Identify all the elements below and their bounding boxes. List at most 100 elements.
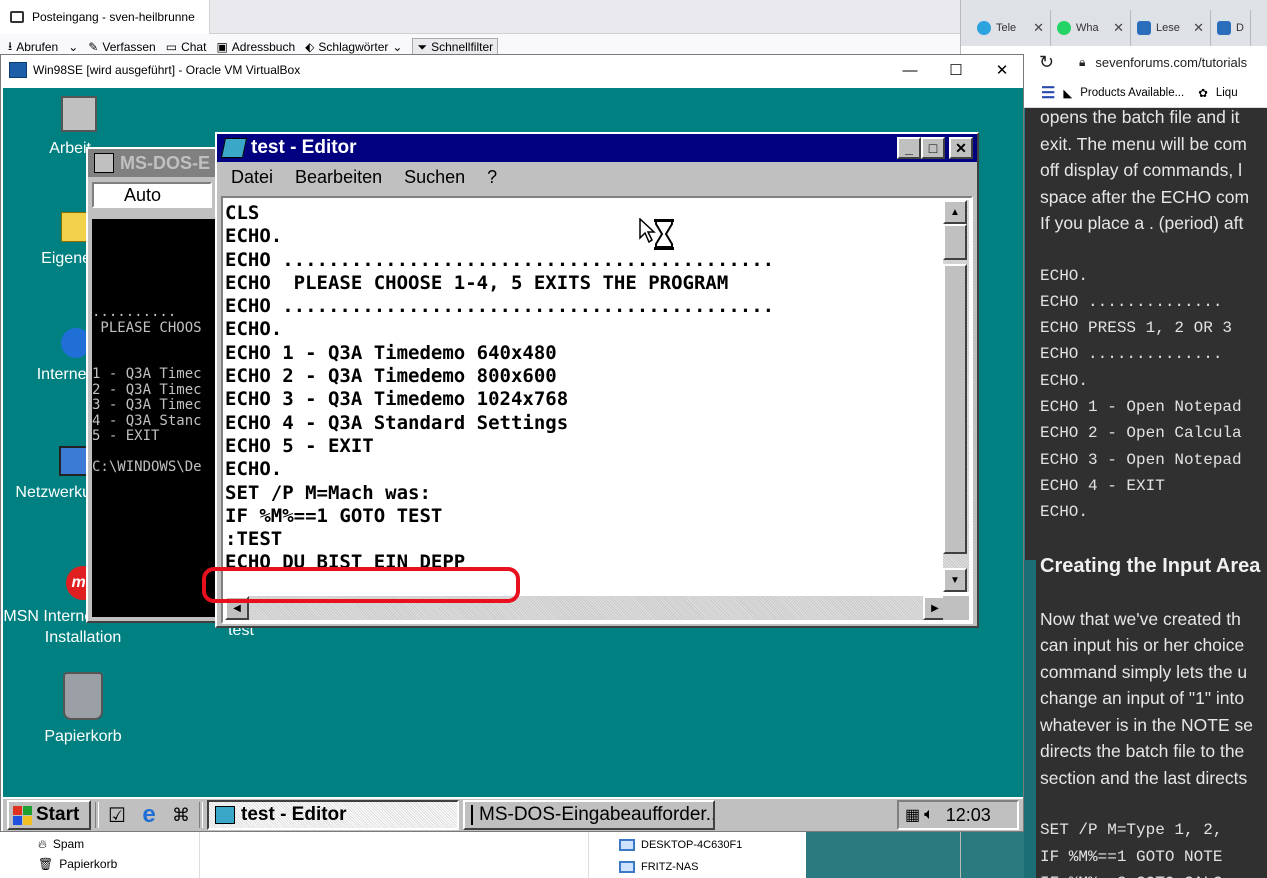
menu-edit[interactable]: Bearbeiten — [293, 167, 384, 188]
article-line: opens the batch file and it — [1040, 107, 1240, 127]
editor-line: ECHO PLEASE CHOOSE 1-4, 5 EXITS THE PROG… — [225, 271, 729, 294]
code-line: ECHO. — [1040, 503, 1089, 522]
menu-help[interactable]: ? — [485, 167, 499, 188]
taskbar-task-notepad[interactable]: test - Editor — [207, 800, 459, 830]
close-button[interactable]: ✕ — [979, 55, 1025, 85]
annotation-highlight — [202, 567, 520, 603]
address-book-button[interactable]: ▣ Adressbuch — [216, 40, 295, 54]
desktop-icon-recycle-bin[interactable]: Papierkorb — [23, 672, 143, 747]
compose-button[interactable]: ✎ Verfassen — [88, 40, 155, 54]
article-line: can input his or her choice — [1040, 635, 1245, 656]
network-item-desktop[interactable]: DESKTOP-4C630F1 — [589, 834, 806, 856]
chrome-tab[interactable]: Tele ✕ — [971, 10, 1051, 46]
spam-icon: 🔥︎ — [38, 836, 47, 851]
windows-logo-icon — [13, 805, 32, 825]
chrome-tab[interactable]: D — [1211, 10, 1251, 46]
background-strip — [1024, 560, 1036, 878]
taskbar-task-label: test - Editor — [241, 804, 347, 825]
editor-line: ECHO. — [225, 318, 283, 341]
menu-icon[interactable]: ☰ — [1041, 83, 1055, 103]
computer-icon — [619, 861, 635, 873]
thunderbird-tab-inbox[interactable]: Posteingang - sven-heilbrunne — [0, 0, 210, 34]
tag-icon: ⬖ — [305, 40, 315, 54]
virtualbox-titlebar[interactable]: Win98SE [wird ausgeführt] - Oracle VM Vi… — [1, 55, 1023, 85]
volume-icon[interactable]: 🔈︎ — [924, 806, 934, 824]
url-text: sevenforums.com/tutorials — [1095, 54, 1248, 70]
desktop-icon-label: Netzwerku — [15, 484, 91, 501]
get-mail-label: Abrufen — [16, 40, 59, 54]
article-paragraph: Now that we've created th can input his o… — [1040, 606, 1267, 792]
code-line: ECHO .............. — [1040, 345, 1223, 364]
desktop-icon-label: Arbeit — [49, 140, 91, 157]
scheduler-icon[interactable]: ▦ — [905, 805, 920, 825]
msdos-icon — [94, 153, 114, 173]
whatsapp-icon — [1057, 21, 1071, 35]
scroll-thumb[interactable] — [943, 224, 967, 260]
network-item-label: FRITZ-NAS — [641, 861, 699, 873]
desktop-icon-my-documents[interactable]: Eigene — [19, 212, 91, 269]
scroll-down-icon[interactable]: ▼ — [943, 568, 967, 592]
scroll-thumb-body[interactable] — [943, 264, 967, 554]
taskbar-separator — [199, 802, 203, 828]
notepad-editor[interactable]: CLS ECHO. ECHO ...........................… — [221, 196, 973, 624]
tags-label: Schlagwörter — [318, 40, 389, 54]
bookmark-liqu[interactable]: Liqu — [1216, 87, 1238, 99]
close-icon[interactable]: ✕ — [1033, 20, 1044, 36]
vertical-scrollbar[interactable]: ▲ ▼ — [943, 200, 969, 592]
notepad-titlebar[interactable]: test - Editor _ □ ✕ — [217, 134, 977, 162]
network-item-nas[interactable]: FRITZ-NAS — [589, 856, 806, 878]
maximize-button[interactable]: ☐ — [933, 55, 979, 85]
minimize-button[interactable]: _ — [897, 137, 921, 159]
network-pane: DESKTOP-4C630F1 FRITZ-NAS — [588, 830, 806, 878]
chevron-down-icon: ⌄ — [392, 40, 403, 54]
chrome-tab[interactable]: Wha ✕ — [1051, 10, 1131, 46]
scroll-up-icon[interactable]: ▲ — [943, 200, 967, 224]
quicklaunch-channels-icon[interactable]: ⌘ — [167, 802, 195, 828]
start-button[interactable]: Start — [7, 800, 91, 830]
msdos-icon — [471, 805, 473, 825]
font-size-select[interactable]: Auto — [92, 182, 212, 208]
taskbar-task-label: MS-DOS-Eingabeaufforder... — [479, 804, 715, 825]
minimize-button[interactable]: — — [887, 55, 933, 85]
close-icon[interactable]: ✕ — [1193, 20, 1204, 36]
quicklaunch-ie-icon[interactable]: e — [135, 801, 163, 828]
recycle-bin-icon — [63, 672, 103, 720]
menu-search[interactable]: Suchen — [402, 167, 467, 188]
tags-button[interactable]: ⬖ Schlagwörter ⌄ — [305, 40, 402, 54]
code-line: ECHO 3 - Open Notepad — [1040, 450, 1242, 469]
desktop-icon-network[interactable]: Netzwerku — [3, 446, 91, 503]
editor-line: :TEST — [225, 528, 283, 551]
notepad-title: test - Editor — [251, 137, 357, 158]
start-label: Start — [36, 804, 80, 825]
editor-line: ECHO. — [225, 458, 283, 481]
chrome-tab[interactable]: Lese ✕ — [1131, 10, 1211, 46]
background-strip — [806, 830, 968, 878]
taskbar-task-msdos[interactable]: MS-DOS-Eingabeaufforder... — [463, 800, 715, 830]
desktop-icon-label: Papierkorb — [44, 728, 122, 745]
maximize-button[interactable]: □ — [921, 137, 945, 159]
close-icon[interactable]: ✕ — [1113, 20, 1124, 36]
desktop-icon-my-computer[interactable]: Arbeit — [19, 96, 97, 159]
clock[interactable]: 12:03 — [946, 805, 991, 826]
address-book-label: Adressbuch — [231, 40, 296, 54]
chrome-tab-label: D — [1236, 22, 1244, 34]
menu-file[interactable]: Datei — [229, 167, 275, 188]
close-button[interactable]: ✕ — [949, 137, 973, 159]
inbox-icon — [10, 11, 24, 23]
chat-button[interactable]: ▭ Chat — [166, 40, 207, 54]
quicklaunch-desktop-icon[interactable]: ☑ — [103, 802, 131, 828]
bookmark-products[interactable]: Products Available... — [1080, 87, 1184, 99]
lock-icon: 🔒︎ — [1079, 54, 1086, 69]
desktop-icon-internet[interactable]: Internet — [19, 328, 91, 385]
reload-icon[interactable]: ↻ — [1039, 52, 1054, 73]
msdos-title: MS-DOS-E — [120, 152, 210, 173]
folder-spam[interactable]: 🔥︎ Spam — [0, 834, 199, 854]
notepad-icon — [215, 806, 235, 824]
chevron-down-icon[interactable]: ⌄ — [68, 40, 78, 54]
taskbar-separator — [95, 802, 99, 828]
resize-grip[interactable] — [943, 596, 969, 620]
folder-trash[interactable]: 🗑︎ Papierkorb — [0, 854, 199, 874]
article-intro: opens the batch file and it exit. The men… — [1040, 104, 1267, 237]
computer-icon — [61, 96, 97, 132]
notepad-text[interactable]: CLS ECHO. ECHO ...........................… — [225, 202, 943, 584]
